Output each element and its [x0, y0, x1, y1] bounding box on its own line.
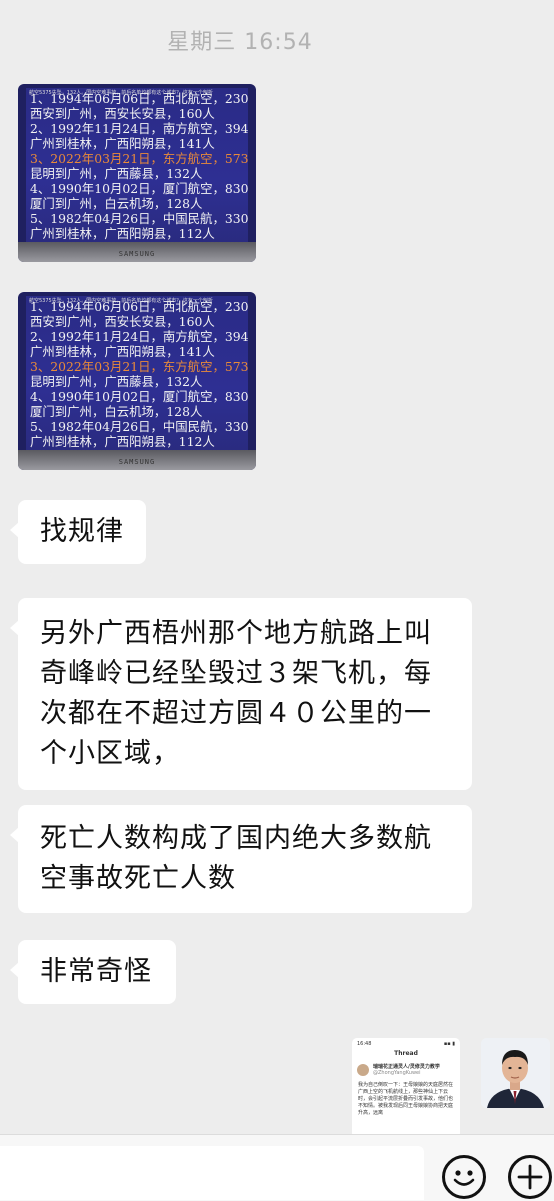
photo-text-line: 1、1994年06月06日，西北航空，2303航班 [30, 299, 248, 314]
photo-text-line: 西安到广州，西安长安县，160人 [30, 314, 215, 329]
photo-text-line: 1、1994年06月06日，西北航空，2303航班 [30, 91, 248, 106]
message-text-line: 次都在不超过方圆４０公里的一 [40, 698, 432, 729]
emoji-icon [453, 1170, 475, 1186]
message-bubble-3[interactable]: 死亡人数构成了国内绝大多数航 空事故死亡人数 [10, 805, 472, 913]
card-body-text: 我为自己倒叹一下：王母娘娘的天庭居然在广西上空的飞机航线上，那些神仙上下云时，会… [358, 1082, 454, 1116]
card-time: 16:48 [357, 1041, 372, 1047]
card-author-avatar [357, 1063, 369, 1076]
photo-text-line: 广州到桂林，广西阳朔县，112人 [30, 434, 215, 449]
received-photo-1[interactable]: 航空5375失坠，132人。国内空难事故，前后名单均都有这个城市？ 这有一个剖析… [18, 84, 256, 262]
photo-text-line: 昆明到广州，广西藤县，132人 [30, 374, 203, 389]
photo-text-line: 5、1982年04月26日，中国民航，3303航班 [30, 211, 248, 226]
card-author-handle: @ZhongYangKuwei [373, 1070, 421, 1076]
emoji-button[interactable] [442, 1155, 486, 1199]
photo-text-line: 3、2022年03月21日，东方航空，5735航班 [30, 151, 248, 166]
message-text-line: 个小区域， [40, 738, 180, 769]
avatar-photo-icon [481, 1038, 550, 1108]
photo-text-line: 2、1992年11月24日，南方航空，3943航班 [30, 329, 248, 344]
photo-screen: 航空5375失坠，132人。国内空难事故，前后名单均都有这个城市？ 这有一个剖析… [26, 296, 248, 450]
photo-text-line: 厦门到广州，白云机场，128人 [30, 196, 203, 211]
photo-text-line: 广州到桂林，广西阳朔县，112人 [30, 226, 215, 241]
message-text-line: 非常奇怪 [40, 956, 152, 987]
photo-text-line: 4、1990年10月02日，厦门航空，8301航班 [30, 181, 248, 196]
received-photo-2[interactable]: 航空5375失坠，132人。国内空难事故，前后名单均都有这个城市？ 这有一个剖析… [18, 292, 256, 470]
photo-text-line: 厦门到广州，白云机场，128人 [30, 404, 203, 419]
message-text-line: 另外广西梧州那个地方航路上叫 [40, 618, 432, 649]
monitor-brand-logo: SAMSUNG [118, 458, 156, 466]
card-thread-title: Thread [394, 1050, 418, 1057]
card-status-bar: 16:48 ▪▪ ▮ [352, 1038, 460, 1047]
photo-text-line: 广州到桂林，广西阳朔县，141人 [30, 344, 215, 359]
avatar[interactable] [481, 1038, 550, 1108]
photo-screen: 航空5375失坠，132人。国内空难事故，前后名单均都有这个城市？ 这有一个剖析… [26, 88, 248, 242]
card-author-name: 瑞瑞花正通灵人/灵修灵力教学 [373, 1064, 440, 1070]
sent-screenshot-image[interactable]: 16:48 ▪▪ ▮ Thread 瑞瑞花正通灵人/灵修灵力教学 @ZhongY… [352, 1038, 460, 1138]
message-input[interactable] [0, 1146, 424, 1200]
message-bubble-2[interactable]: 另外广西梧州那个地方航路上叫 奇峰岭已经坠毁过３架飞机，每 次都在不超过方圆４０… [10, 598, 472, 790]
photo-text-line: 4、1990年10月02日，厦门航空，8301航班 [30, 389, 248, 404]
message-text-line: 找规律 [40, 516, 124, 547]
plus-icon [517, 1164, 543, 1190]
card-author: 瑞瑞花正通灵人/灵修灵力教学 @ZhongYangKuwei [357, 1063, 455, 1076]
monitor-brand-logo: SAMSUNG [118, 250, 156, 258]
add-more-button[interactable] [508, 1155, 552, 1199]
photo-text-line: 2、1992年11月24日，南方航空，3943航班 [30, 121, 248, 136]
message-text-line: 奇峰岭已经坠毁过３架飞机，每 [40, 658, 432, 689]
message-bubble-1[interactable]: 找规律 [10, 500, 146, 564]
message-text-line: 空事故死亡人数 [40, 863, 236, 894]
card-signal-icon: ▪▪ ▮ [443, 1041, 455, 1047]
photo-text-line: 5、1982年04月26日，中国民航，3303航班 [30, 419, 248, 434]
message-timestamp: 星期三 16:54 [167, 30, 313, 55]
photo-text-line: 昆明到广州，广西藤县，132人 [30, 166, 203, 181]
photo-text-line: 西安到广州，西安长安县，160人 [30, 106, 215, 121]
message-bubble-4[interactable]: 非常奇怪 [10, 940, 176, 1004]
message-text-line: 死亡人数构成了国内绝大多数航 [40, 823, 432, 854]
photo-text-line: 广州到桂林，广西阳朔县，141人 [30, 136, 215, 151]
photo-text-line: 3、2022年03月21日，东方航空，5735航班 [30, 359, 248, 374]
